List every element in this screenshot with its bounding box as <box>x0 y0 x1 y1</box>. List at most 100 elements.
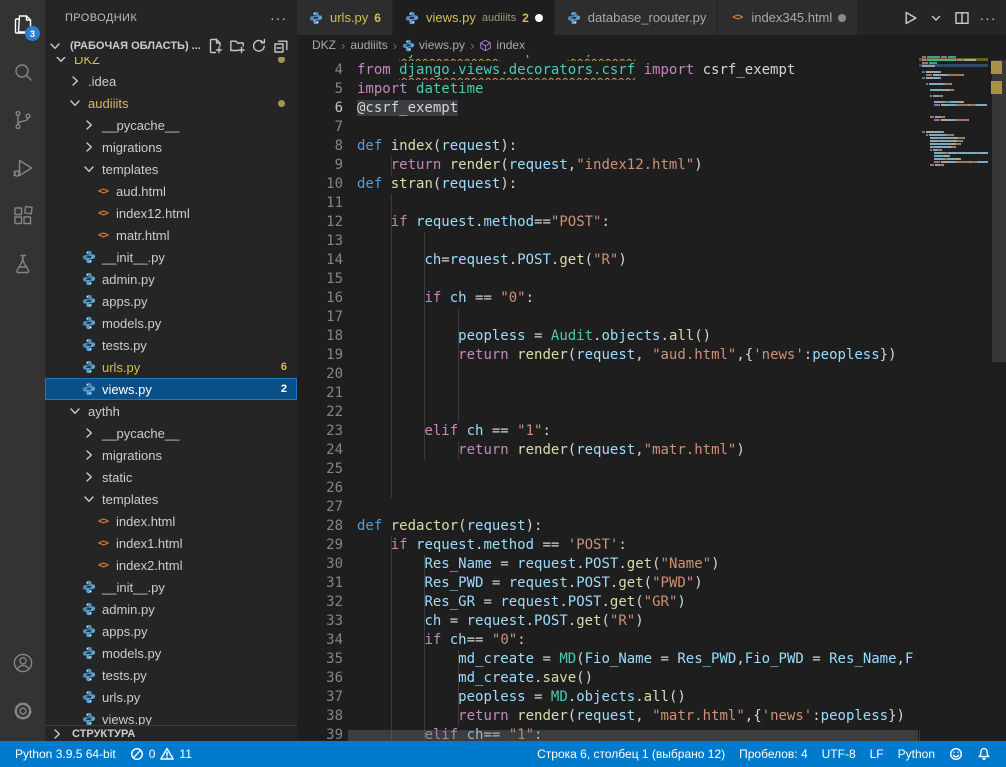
unsaved-dot-icon[interactable] <box>838 14 846 22</box>
tree-item-admin-py[interactable]: admin.py <box>45 268 297 290</box>
outline-section-header[interactable]: СТРУКТУРА <box>45 725 297 741</box>
code-line-21[interactable]: 21 <box>297 384 918 403</box>
tab-database-roouter-py[interactable]: database_roouter.py <box>555 0 719 35</box>
horizontal-scrollbar[interactable] <box>348 730 920 741</box>
code-line-37[interactable]: 37 peopless = MD.objects.all() <box>297 688 918 707</box>
code-line-26[interactable]: 26 <box>297 479 918 498</box>
tree-item--init-py[interactable]: __init__.py <box>45 576 297 598</box>
code-line-13[interactable]: 13 <box>297 232 918 251</box>
tree-item-templates[interactable]: templates <box>45 158 297 180</box>
tab-views-py[interactable]: views.pyaudiiits2 <box>393 0 555 35</box>
tree-item-migrations[interactable]: migrations <box>45 136 297 158</box>
code-line-36[interactable]: 36 md_create.save() <box>297 669 918 688</box>
code-line-29[interactable]: 29 if request.method == 'POST': <box>297 536 918 555</box>
status-cursor-position[interactable]: Строка 6, столбец 1 (выбрано 12) <box>530 741 732 767</box>
status-problems[interactable]: 011 <box>123 741 199 767</box>
workspace-section-header[interactable]: (РАБОЧАЯ ОБЛАСТЬ) ... <box>45 35 297 57</box>
tree-item-aythh[interactable]: aythh <box>45 400 297 422</box>
collapse-all-button[interactable] <box>271 36 291 56</box>
breadcrumb-item-DKZ[interactable]: DKZ <box>312 38 336 52</box>
code-line-24[interactable]: 24 return render(request,"matr.html") <box>297 441 918 460</box>
code-line-28[interactable]: 28def redactor(request): <box>297 517 918 536</box>
tree-item-apps-py[interactable]: apps.py <box>45 290 297 312</box>
tree-item-index2-html[interactable]: <>index2.html <box>45 554 297 576</box>
tree-item-index-html[interactable]: <>index.html <box>45 510 297 532</box>
code-line-11[interactable]: 11 <box>297 194 918 213</box>
activity-bar-item-account[interactable] <box>0 639 45 687</box>
code-line-23[interactable]: 23 elif ch == "1": <box>297 422 918 441</box>
code-line-12[interactable]: 12 if request.method=="POST": <box>297 213 918 232</box>
tree-item-views-py[interactable]: views.py2 <box>45 378 297 400</box>
activity-bar-item-explorer[interactable]: 3 <box>0 0 45 48</box>
tree-item-DKZ[interactable]: DKZ <box>45 57 297 70</box>
refresh-button[interactable] <box>249 36 269 56</box>
status-python-interpreter[interactable]: Python 3.9.5 64-bit <box>8 741 123 767</box>
tree-item-models-py[interactable]: models.py <box>45 642 297 664</box>
code-line-6[interactable]: 6@csrf_exempt <box>297 99 918 118</box>
code-line-25[interactable]: 25 <box>297 460 918 479</box>
minimap[interactable] <box>918 55 988 741</box>
code-line-5[interactable]: 5import datetime <box>297 80 918 99</box>
code-line-4[interactable]: 4from django.views.decorators.csrf impor… <box>297 61 918 80</box>
tab-index345-html[interactable]: <>index345.html <box>718 0 858 35</box>
tree-item-views-py[interactable]: views.py <box>45 708 297 725</box>
tab-urls-py[interactable]: urls.py6 <box>297 0 393 35</box>
code-line-10[interactable]: 10def stran(request): <box>297 175 918 194</box>
activity-bar-item-testing[interactable] <box>0 240 45 288</box>
unsaved-dot-icon[interactable] <box>535 14 543 22</box>
code-line-14[interactable]: 14 ch=request.POST.get("R") <box>297 251 918 270</box>
split-editor-button[interactable] <box>950 6 974 30</box>
tree-item-migrations[interactable]: migrations <box>45 444 297 466</box>
breadcrumb-item-views-py[interactable]: views.py <box>402 38 465 52</box>
code-line-22[interactable]: 22 <box>297 403 918 422</box>
status-indentation[interactable]: Пробелов: 4 <box>732 741 815 767</box>
activity-bar-item-source-control[interactable] <box>0 96 45 144</box>
tree-item-tests-py[interactable]: tests.py <box>45 664 297 686</box>
tree-item-index1-html[interactable]: <>index1.html <box>45 532 297 554</box>
code-line-32[interactable]: 32 Res_GR = request.POST.get("GR") <box>297 593 918 612</box>
code-line-8[interactable]: 8def index(request): <box>297 137 918 156</box>
tree-item-audiiits[interactable]: audiiits <box>45 92 297 114</box>
breadcrumb-item-audiiits[interactable]: audiiits <box>350 38 387 52</box>
status-notifications[interactable] <box>970 741 998 767</box>
code-line-16[interactable]: 16 if ch == "0": <box>297 289 918 308</box>
activity-bar-item-extensions[interactable] <box>0 192 45 240</box>
tree-item-admin-py[interactable]: admin.py <box>45 598 297 620</box>
more-actions-button[interactable]: ··· <box>976 6 1000 30</box>
tree-item--idea[interactable]: .idea <box>45 70 297 92</box>
tree-item--pycache-[interactable]: __pycache__ <box>45 422 297 444</box>
code-editor[interactable]: 3from aythh.models import MD,Audit4from … <box>297 55 1006 741</box>
status-encoding[interactable]: UTF-8 <box>815 741 863 767</box>
activity-bar-item-search[interactable] <box>0 48 45 96</box>
tree-item-urls-py[interactable]: urls.py <box>45 686 297 708</box>
tree-item--pycache-[interactable]: __pycache__ <box>45 114 297 136</box>
code-line-19[interactable]: 19 return render(request, "aud.html",{'n… <box>297 346 918 365</box>
code-line-20[interactable]: 20 <box>297 365 918 384</box>
status-eol[interactable]: LF <box>863 741 891 767</box>
code-line-38[interactable]: 38 return render(request, "matr.html",{'… <box>297 707 918 726</box>
status-language-mode[interactable]: Python <box>891 741 942 767</box>
code-line-30[interactable]: 30 Res_Name = request.POST.get("Name") <box>297 555 918 574</box>
code-area[interactable]: 3from aythh.models import MD,Audit4from … <box>297 55 918 741</box>
sidebar-more-actions-icon[interactable]: ··· <box>270 10 287 26</box>
activity-bar-item-settings[interactable] <box>0 687 45 735</box>
new-folder-button[interactable] <box>227 36 247 56</box>
code-line-18[interactable]: 18 peopless = Audit.objects.all() <box>297 327 918 346</box>
vertical-scrollbar[interactable] <box>992 60 1006 362</box>
code-line-27[interactable]: 27 <box>297 498 918 517</box>
code-line-7[interactable]: 7 <box>297 118 918 137</box>
tree-item-urls-py[interactable]: urls.py6 <box>45 356 297 378</box>
tree-item--init-py[interactable]: __init__.py <box>45 246 297 268</box>
tree-item-index12-html[interactable]: <>index12.html <box>45 202 297 224</box>
tree-item-apps-py[interactable]: apps.py <box>45 620 297 642</box>
code-line-31[interactable]: 31 Res_PWD = request.POST.get("PWD") <box>297 574 918 593</box>
run-dropdown-button[interactable] <box>924 6 948 30</box>
tree-item-models-py[interactable]: models.py <box>45 312 297 334</box>
code-line-35[interactable]: 35 md_create = MD(Fio_Name = Res_PWD,Fio… <box>297 650 918 669</box>
tree-item-static[interactable]: static <box>45 466 297 488</box>
code-line-15[interactable]: 15 <box>297 270 918 289</box>
tree-item-tests-py[interactable]: tests.py <box>45 334 297 356</box>
run-button[interactable] <box>898 6 922 30</box>
activity-bar-item-run-and-debug[interactable] <box>0 144 45 192</box>
new-file-button[interactable] <box>205 36 225 56</box>
